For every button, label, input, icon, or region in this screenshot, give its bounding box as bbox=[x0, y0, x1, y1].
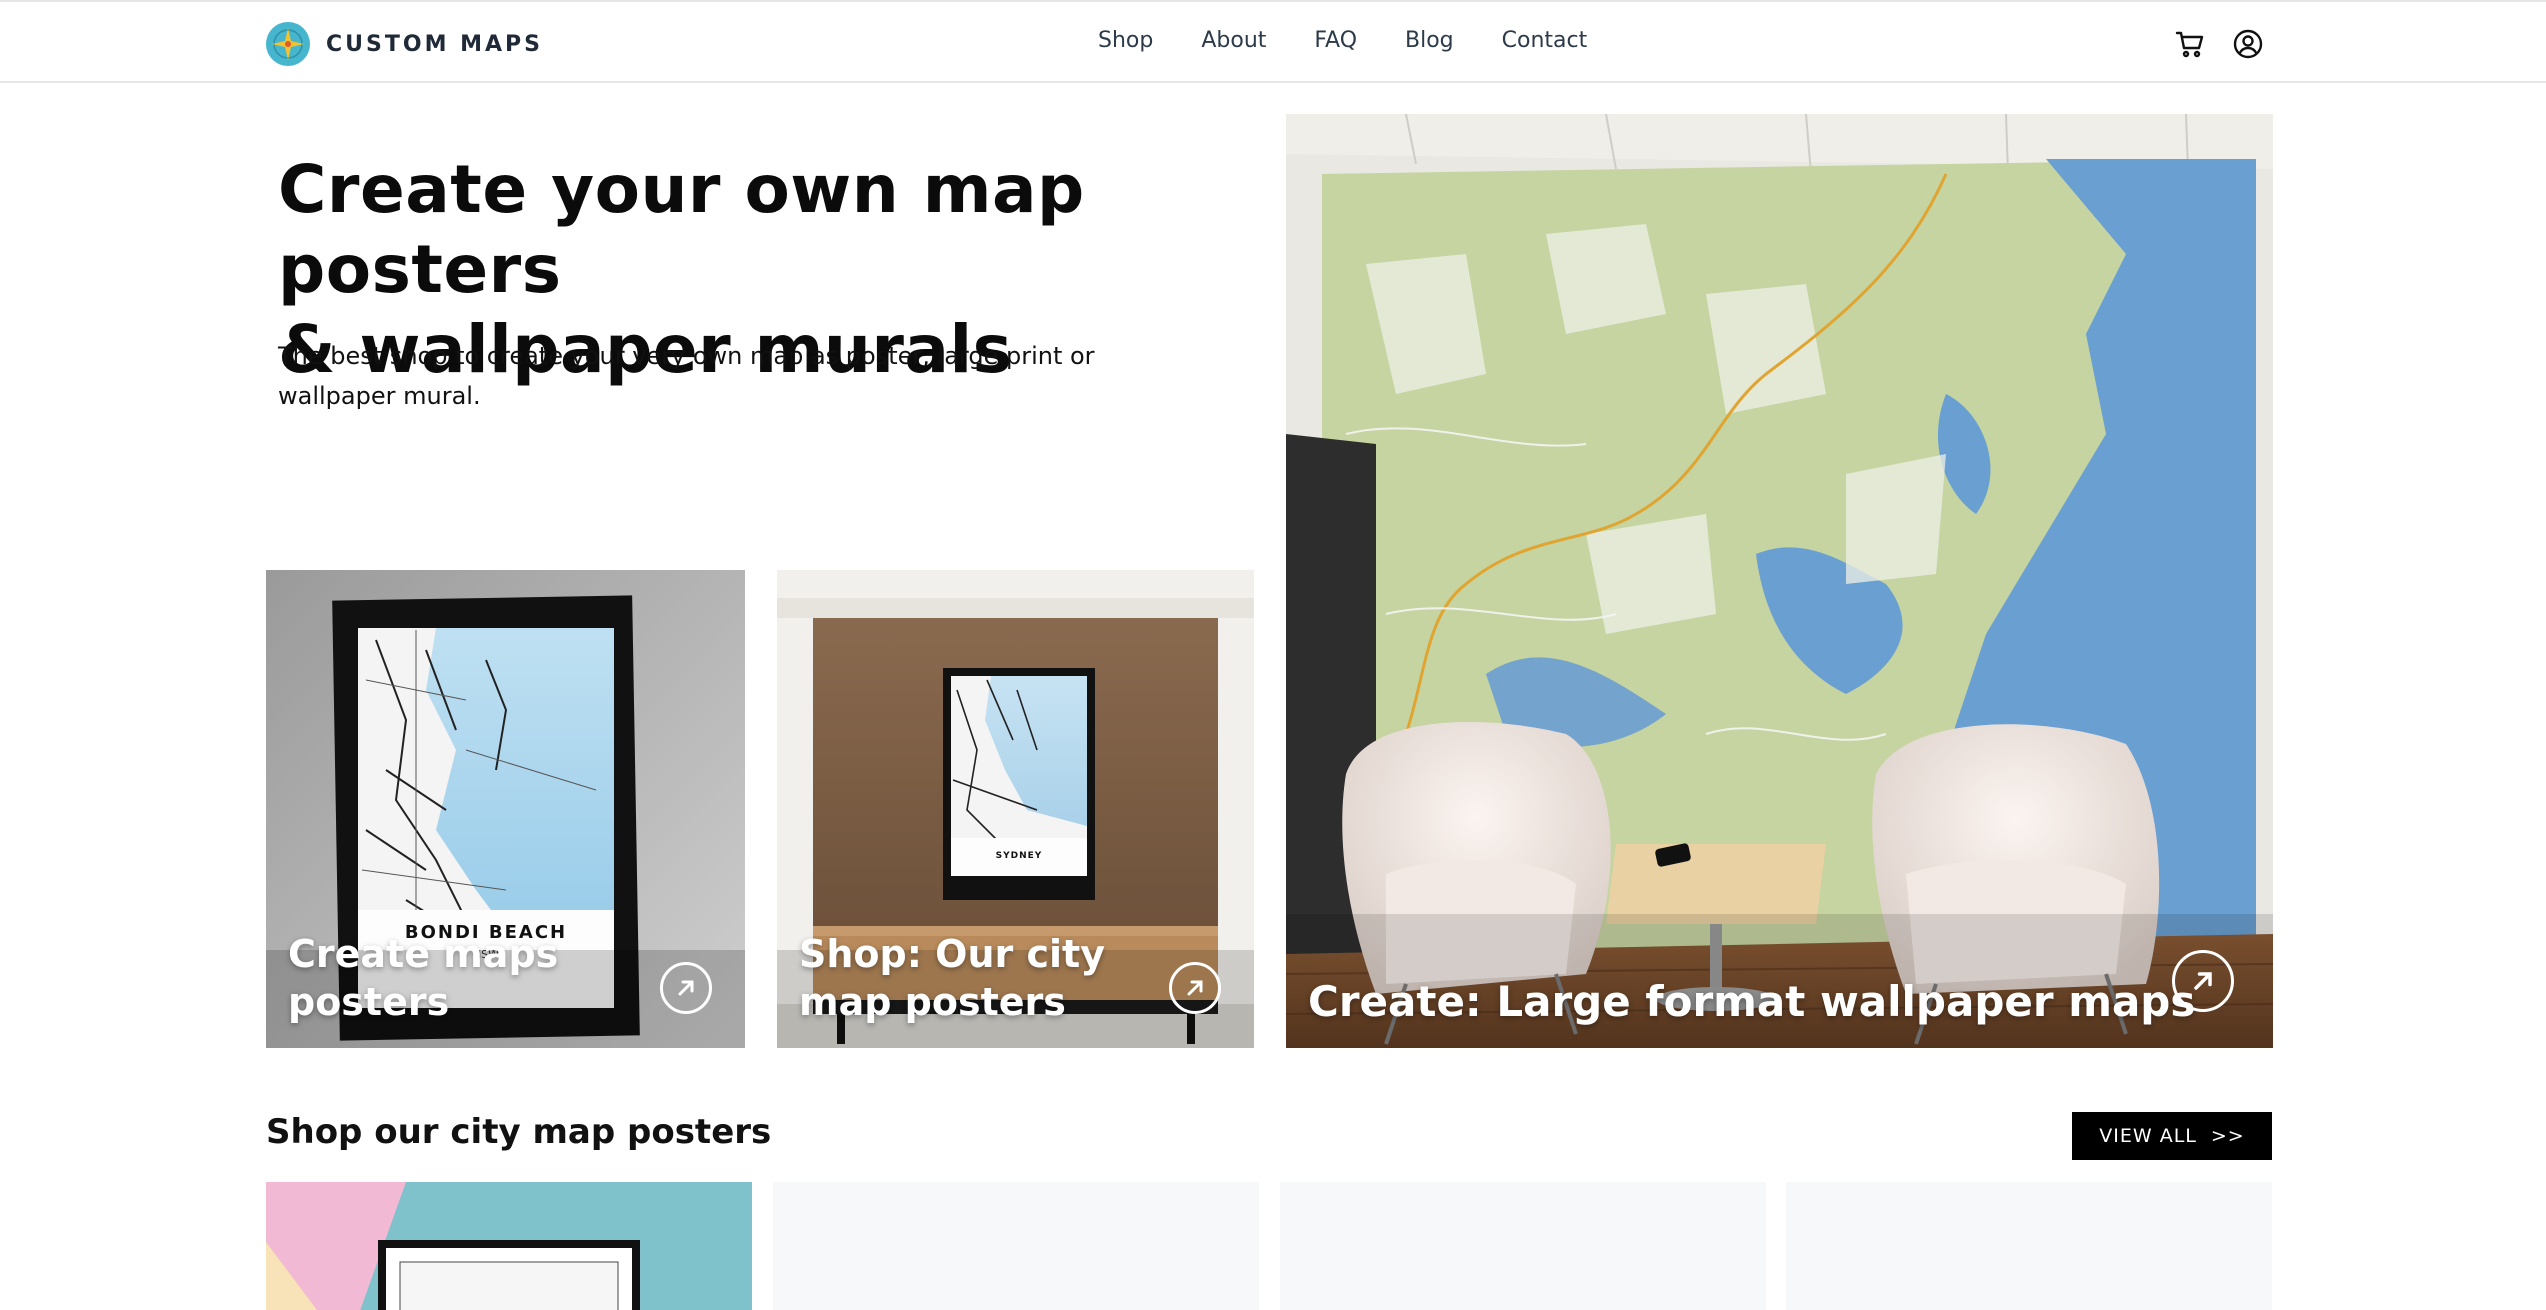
product-thumbnail bbox=[266, 1182, 752, 1310]
cart-icon[interactable] bbox=[2174, 28, 2206, 60]
card-label-line-1: Shop: Our city bbox=[799, 932, 1105, 976]
hero-subtitle-line-2: wallpaper mural. bbox=[278, 382, 481, 410]
card-create-map-posters[interactable]: BONDI BEACH NSW Create maps posters bbox=[266, 570, 745, 1048]
product-card[interactable] bbox=[266, 1182, 752, 1310]
brand-logo-link[interactable]: CUSTOM MAPS bbox=[266, 22, 543, 66]
main-nav: Shop About FAQ Blog Contact bbox=[1098, 28, 1587, 53]
view-all-label: VIEW ALL bbox=[2099, 1125, 2197, 1147]
card-label-line-1: Create maps bbox=[288, 932, 559, 976]
product-card[interactable] bbox=[1280, 1182, 1766, 1310]
account-icon[interactable] bbox=[2232, 28, 2264, 60]
nav-contact[interactable]: Contact bbox=[1502, 28, 1588, 53]
card-shop-city-posters[interactable]: SYDNEY Shop: Our city map posters bbox=[777, 570, 1254, 1048]
card-label: Create maps posters bbox=[288, 930, 668, 1026]
wallpaper-mural-photo bbox=[1286, 114, 2273, 1048]
hero-subtitle: The best shop to create your very own ma… bbox=[278, 336, 1098, 416]
card-label-line-2: map posters bbox=[799, 980, 1066, 1024]
card-wallpaper-maps[interactable]: Create: Large format wallpaper maps bbox=[1286, 114, 2273, 1048]
product-card[interactable] bbox=[1786, 1182, 2272, 1310]
nav-blog[interactable]: Blog bbox=[1405, 28, 1454, 53]
nav-faq[interactable]: FAQ bbox=[1314, 28, 1357, 53]
section-title: Shop our city map posters bbox=[266, 1112, 772, 1152]
card-label: Create: Large format wallpaper maps bbox=[1308, 977, 2196, 1026]
top-navigation-bar: CUSTOM MAPS Shop About FAQ Blog Contact bbox=[0, 0, 2546, 83]
arrow-up-right-icon[interactable] bbox=[1169, 962, 1221, 1014]
nav-about[interactable]: About bbox=[1201, 28, 1266, 53]
nav-shop[interactable]: Shop bbox=[1098, 28, 1153, 53]
view-all-button[interactable]: VIEW ALL >> bbox=[2072, 1112, 2272, 1160]
card-label-line-2: posters bbox=[288, 980, 450, 1024]
double-chevron-right-icon: >> bbox=[2210, 1125, 2245, 1147]
hero-subtitle-line-1: The best shop to create your very own ma… bbox=[278, 342, 1095, 370]
arrow-up-right-icon[interactable] bbox=[2172, 950, 2234, 1012]
compass-logo-icon bbox=[266, 22, 310, 66]
poster-title-text: SYDNEY bbox=[996, 851, 1043, 861]
product-card[interactable] bbox=[773, 1182, 1259, 1310]
hero-title-line-1: Create your own map posters bbox=[278, 151, 1085, 308]
brand-name: CUSTOM MAPS bbox=[326, 31, 544, 57]
card-label: Shop: Our city map posters bbox=[799, 930, 1179, 1026]
arrow-up-right-icon[interactable] bbox=[660, 962, 712, 1014]
